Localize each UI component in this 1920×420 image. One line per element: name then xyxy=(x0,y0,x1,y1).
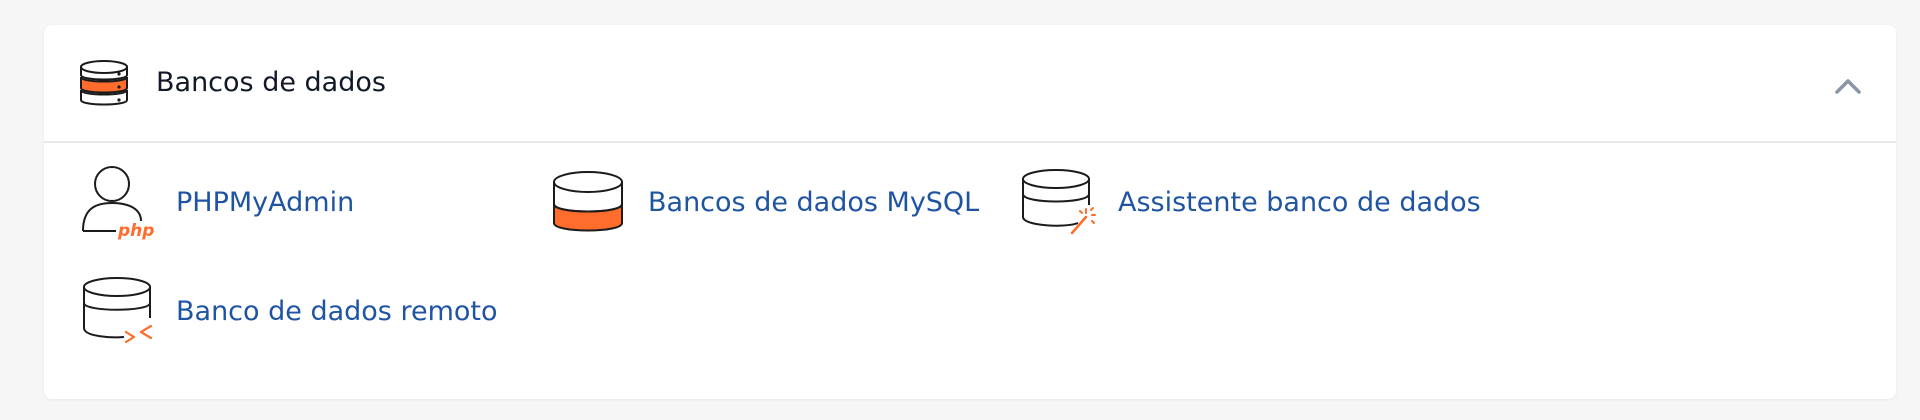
mysql-databases-label: Bancos de dados MySQL xyxy=(648,187,980,218)
tool-list: php PHPMyAdmin Bancos de dados MySQL Ass… xyxy=(44,143,1896,399)
collapse-toggle-button[interactable] xyxy=(1830,68,1866,104)
mysql-databases-link[interactable]: Bancos de dados MySQL xyxy=(550,161,979,245)
phpmyadmin-user-icon: php xyxy=(78,165,154,241)
databases-panel: Bancos de dados php PHPMyAdmin Bancos de… xyxy=(44,25,1896,399)
phpmyadmin-link[interactable]: php PHPMyAdmin xyxy=(78,161,354,245)
database-wizard-label: Assistente banco de dados xyxy=(1118,187,1481,218)
database-wizard-link[interactable]: Assistente banco de dados xyxy=(1020,161,1481,245)
phpmyadmin-label: PHPMyAdmin xyxy=(176,187,355,218)
chevron-up-icon xyxy=(1835,79,1861,94)
remote-database-link[interactable]: Banco de dados remoto xyxy=(78,270,498,354)
remote-database-icon xyxy=(78,274,154,350)
panel-header[interactable]: Bancos de dados xyxy=(44,25,1896,143)
php-icon-text: php xyxy=(117,221,154,241)
database-wizard-icon xyxy=(1020,165,1096,241)
section-title: Bancos de dados xyxy=(156,67,386,98)
database-stack-icon xyxy=(78,58,130,108)
remote-database-label: Banco de dados remoto xyxy=(176,296,498,327)
mysql-database-icon xyxy=(550,165,626,241)
